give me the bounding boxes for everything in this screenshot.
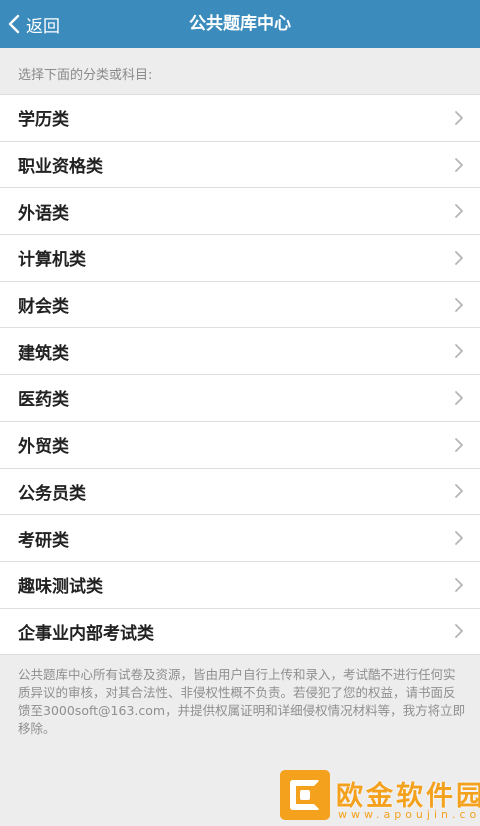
category-item[interactable]: 职业资格类 [0,142,480,189]
disclaimer-notice: 公共题库中心所有试卷及资源，皆由用户自行上传和录入，考试酷不进行任何实质异议的审… [18,667,466,736]
category-list: 学历类职业资格类外语类计算机类财会类建筑类医药类外贸类公务员类考研类趣味测试类企… [0,94,480,656]
chevron-right-icon [454,577,464,593]
chevron-right-icon [454,110,464,126]
category-item[interactable]: 考研类 [0,515,480,562]
category-label: 职业资格类 [18,157,103,178]
chevron-right-icon [454,530,464,546]
category-label: 财会类 [18,297,69,318]
category-label: 医药类 [18,390,69,411]
category-label: 计算机类 [18,250,86,271]
category-item[interactable]: 建筑类 [0,328,480,376]
category-hint: 选择下面的分类或科目: [18,68,153,83]
category-item[interactable]: 外语类 [0,188,480,236]
category-item[interactable]: 外贸类 [0,422,480,469]
logo-mark-icon [280,770,330,820]
chevron-right-icon [454,343,464,359]
chevron-right-icon [454,250,464,266]
category-item[interactable]: 计算机类 [0,235,480,282]
category-item[interactable]: 医药类 [0,375,480,422]
category-item[interactable]: 学历类 [0,95,480,142]
app-header: 返回 公共题库中心 [0,0,480,48]
chevron-right-icon [454,437,464,453]
category-label: 考研类 [18,530,69,551]
category-item[interactable]: 趣味测试类 [0,562,480,609]
category-item[interactable]: 财会类 [0,282,480,329]
chevron-right-icon [454,297,464,313]
watermark-url: www.apoujin.com [338,808,480,821]
chevron-right-icon [454,157,464,173]
watermark-logo: 欧金软件园 www.apoujin.com [280,770,480,822]
category-label: 外语类 [18,203,69,224]
chevron-right-icon [454,390,464,406]
chevron-right-icon [454,623,464,639]
chevron-right-icon [454,483,464,499]
category-item[interactable]: 公务员类 [0,469,480,516]
category-label: 外贸类 [18,437,69,458]
page-title: 公共题库中心 [189,14,291,34]
category-item[interactable]: 企事业内部考试类 [0,609,480,656]
category-label: 学历类 [18,110,69,131]
category-label: 公务员类 [18,483,86,504]
category-label: 建筑类 [18,343,69,364]
category-label: 趣味测试类 [18,577,103,598]
category-label: 企事业内部考试类 [18,623,154,644]
chevron-right-icon [454,203,464,219]
